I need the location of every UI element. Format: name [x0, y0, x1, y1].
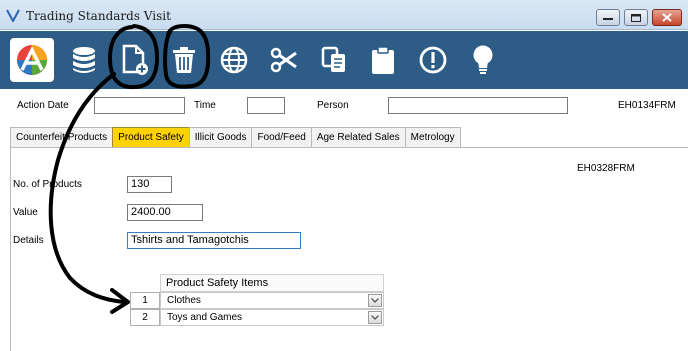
copy-button[interactable] [313, 39, 355, 81]
window-title: Trading Standards Visit [26, 9, 171, 23]
clipboard-icon [372, 46, 394, 74]
value-field[interactable]: 2400.00 [127, 204, 203, 221]
minimize-button[interactable] [596, 9, 620, 26]
dropdown-button[interactable] [368, 311, 382, 324]
alert-icon [419, 46, 447, 74]
minimize-icon [603, 17, 613, 20]
scissors-icon [270, 47, 297, 73]
panel-form-code: EH0328FRM [577, 163, 635, 174]
tab-product-safety[interactable]: Product Safety [112, 127, 190, 148]
lightbulb-icon [473, 45, 493, 74]
tab-metrology[interactable]: Metrology [404, 127, 461, 148]
header-form-code: EH0134FRM [618, 100, 676, 111]
cut-button[interactable] [263, 39, 305, 81]
globe-icon [220, 46, 248, 74]
tab-age-related-sales[interactable]: Age Related Sales [310, 127, 406, 148]
new-document-button[interactable] [113, 39, 155, 81]
action-date-label: Action Date [17, 100, 69, 111]
app-logo-button[interactable] [10, 38, 54, 82]
alert-button[interactable] [412, 39, 454, 81]
app-logo-icon [17, 45, 47, 75]
close-icon [662, 13, 672, 22]
num-products-field[interactable]: 130 [127, 176, 172, 193]
close-button[interactable] [652, 9, 682, 26]
window-app-icon [6, 9, 20, 22]
time-field[interactable] [247, 97, 285, 114]
row-value-text: Clothes [167, 295, 201, 306]
person-label: Person [317, 100, 349, 111]
action-date-field[interactable] [94, 97, 185, 114]
details-label: Details [13, 235, 44, 246]
time-label: Time [194, 100, 216, 111]
copy-icon [321, 46, 345, 72]
tab-food-feed[interactable]: Food/Feed [251, 127, 312, 148]
database-icon [73, 47, 95, 73]
person-field[interactable] [388, 97, 568, 114]
delete-button[interactable] [163, 39, 205, 81]
chevron-down-icon [371, 298, 379, 303]
num-products-label: No. of Products [13, 179, 82, 190]
tab-strip: Counterfeit Products Product Safety Illi… [10, 127, 461, 148]
chevron-down-icon [371, 315, 379, 320]
trash-icon [173, 47, 195, 73]
grid-header: Product Safety Items [160, 274, 384, 292]
details-field[interactable]: Tshirts and Tamagotchis [127, 232, 301, 249]
database-button[interactable] [63, 39, 105, 81]
help-button[interactable] [462, 39, 504, 81]
tab-illicit-goods[interactable]: Illicit Goods [188, 127, 253, 148]
title-bar: Trading Standards Visit [0, 0, 688, 30]
value-label: Value [13, 207, 38, 218]
grid-row[interactable]: 1 Clothes [130, 292, 384, 309]
visit-header: Action Date Time Person EH0134FRM [0, 89, 688, 123]
grid-row[interactable]: 2 Toys and Games [130, 309, 384, 326]
paste-button[interactable] [362, 39, 404, 81]
row-value-select[interactable]: Toys and Games [160, 309, 384, 326]
main-toolbar [0, 31, 688, 89]
web-button[interactable] [213, 39, 255, 81]
maximize-icon [631, 13, 641, 22]
row-number: 1 [130, 292, 160, 309]
tab-counterfeit-products[interactable]: Counterfeit Products [10, 127, 114, 148]
row-number: 2 [130, 309, 160, 326]
dropdown-button[interactable] [368, 294, 382, 307]
row-value-text: Toys and Games [167, 312, 243, 323]
maximize-button[interactable] [624, 9, 648, 26]
row-value-select[interactable]: Clothes [160, 292, 384, 309]
new-document-icon [122, 44, 148, 75]
